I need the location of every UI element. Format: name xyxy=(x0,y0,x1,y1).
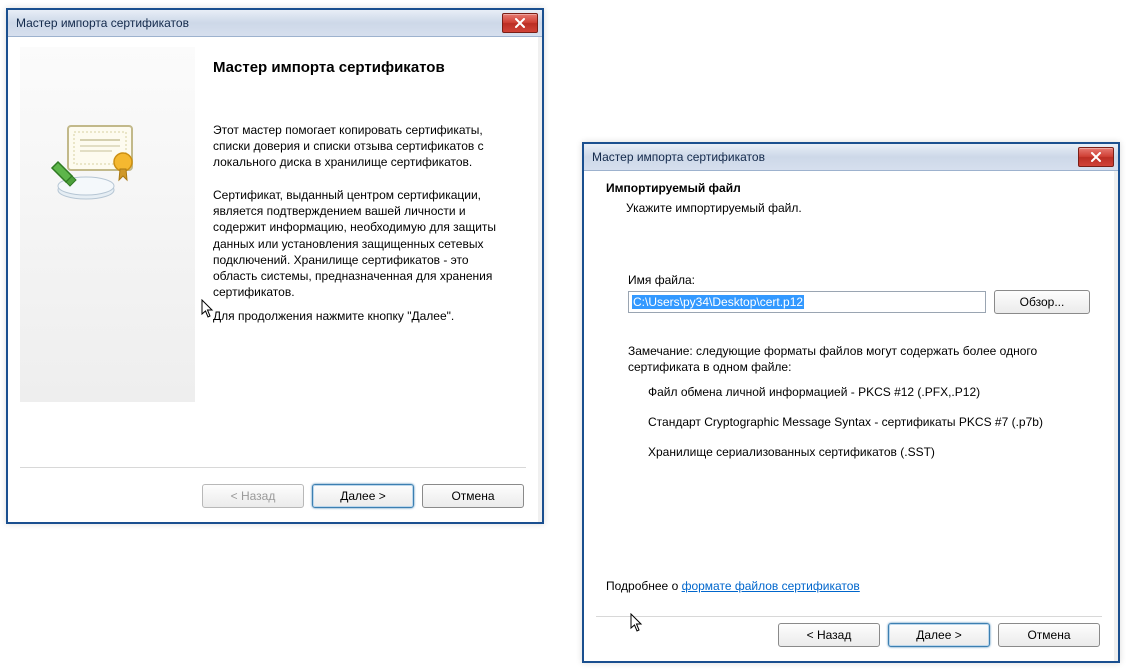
next-button[interactable]: Далее > xyxy=(888,623,990,647)
browse-button[interactable]: Обзор... xyxy=(994,290,1090,314)
close-icon xyxy=(514,18,526,28)
window-title: Мастер импорта сертификатов xyxy=(16,16,189,30)
close-icon xyxy=(1090,152,1102,162)
wizard-dialog-file: Мастер импорта сертификатов Импортируемы… xyxy=(582,142,1120,663)
wizard-continue-text: Для продолжения нажмите кнопку "Далее". xyxy=(213,309,513,323)
titlebar[interactable]: Мастер импорта сертификатов xyxy=(8,10,542,37)
separator xyxy=(596,616,1102,617)
dialog-body: Мастер импорта сертификатов Этот мастер … xyxy=(8,37,538,522)
cancel-button[interactable]: Отмена xyxy=(422,484,524,508)
next-button[interactable]: Далее > xyxy=(312,484,414,508)
window-title: Мастер импорта сертификатов xyxy=(592,150,765,164)
close-button[interactable] xyxy=(1078,147,1114,167)
separator xyxy=(20,467,526,468)
wizard-heading: Мастер импорта сертификатов xyxy=(213,59,445,76)
back-button[interactable]: < Назад xyxy=(778,623,880,647)
format-item: Хранилище сериализованных сертификатов (… xyxy=(648,445,1070,459)
format-list: Файл обмена личной информацией - PKCS #1… xyxy=(648,385,1070,475)
dialog-body: Импортируемый файл Укажите импортируемый… xyxy=(584,171,1114,661)
back-button: < Назад xyxy=(202,484,304,508)
cancel-button[interactable]: Отмена xyxy=(998,623,1100,647)
wizard-description-text: Сертификат, выданный центром сертификаци… xyxy=(213,187,513,300)
wizard-dialog-welcome: Мастер импорта сертификатов xyxy=(6,8,544,524)
button-row: < Назад Далее > Отмена xyxy=(202,484,524,508)
file-input-row: C:\Users\py34\Desktop\cert.p12 Обзор... xyxy=(628,290,1090,314)
more-info-link[interactable]: формате файлов сертификатов xyxy=(682,579,860,593)
format-note: Замечание: следующие форматы файлов могу… xyxy=(628,343,1070,375)
wizard-body: Имя файла: C:\Users\py34\Desktop\cert.p1… xyxy=(584,235,1114,617)
wizard-banner xyxy=(20,47,195,402)
file-name-label: Имя файла: xyxy=(628,273,695,287)
step-subtitle: Укажите импортируемый файл. xyxy=(626,201,802,215)
close-button[interactable] xyxy=(502,13,538,33)
button-row: < Назад Далее > Отмена xyxy=(778,623,1100,647)
wizard-header: Импортируемый файл Укажите импортируемый… xyxy=(584,171,1114,236)
titlebar[interactable]: Мастер импорта сертификатов xyxy=(584,144,1118,171)
more-info: Подробнее о формате файлов сертификатов xyxy=(606,579,860,593)
certificate-icon xyxy=(50,122,145,207)
format-item: Файл обмена личной информацией - PKCS #1… xyxy=(648,385,1070,399)
format-item: Стандарт Cryptographic Message Syntax - … xyxy=(648,415,1070,429)
file-path-value: C:\Users\py34\Desktop\cert.p12 xyxy=(632,295,804,309)
more-info-prefix: Подробнее о xyxy=(606,579,682,593)
step-title: Импортируемый файл xyxy=(606,181,741,195)
file-path-input[interactable]: C:\Users\py34\Desktop\cert.p12 xyxy=(628,291,986,313)
wizard-intro-text: Этот мастер помогает копировать сертифик… xyxy=(213,122,513,171)
